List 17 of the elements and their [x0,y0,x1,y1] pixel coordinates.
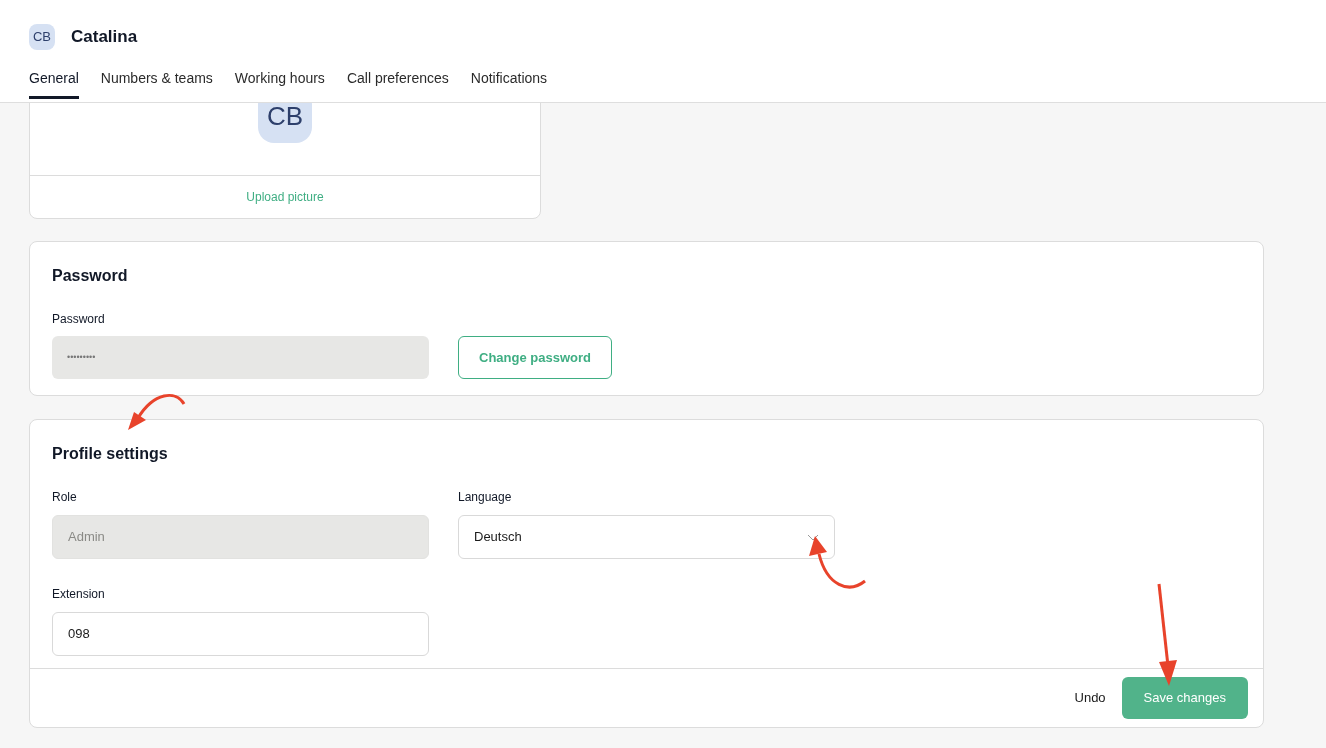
avatar: CB [258,103,312,143]
field-label: Extension [52,586,106,603]
field-label: Password [52,311,106,328]
user-name: Catalina [71,26,138,49]
section-title: Password [52,266,129,286]
tab[interactable]: Working hours [234,66,325,99]
field-label: Role [52,489,78,506]
field-label: Language [458,489,513,506]
tab[interactable]: Call preferences [346,66,449,99]
avatar: CB [29,24,55,50]
section-title: Profile settings [52,444,169,464]
tab[interactable]: Numbers & teams [100,66,213,99]
tab[interactable]: General [29,66,79,99]
undo-button[interactable]: Undo [1072,688,1108,708]
language-select[interactable]: Deutsch [458,515,835,559]
tab[interactable]: Notifications [470,66,548,99]
input-field[interactable]: 098 [52,612,429,656]
